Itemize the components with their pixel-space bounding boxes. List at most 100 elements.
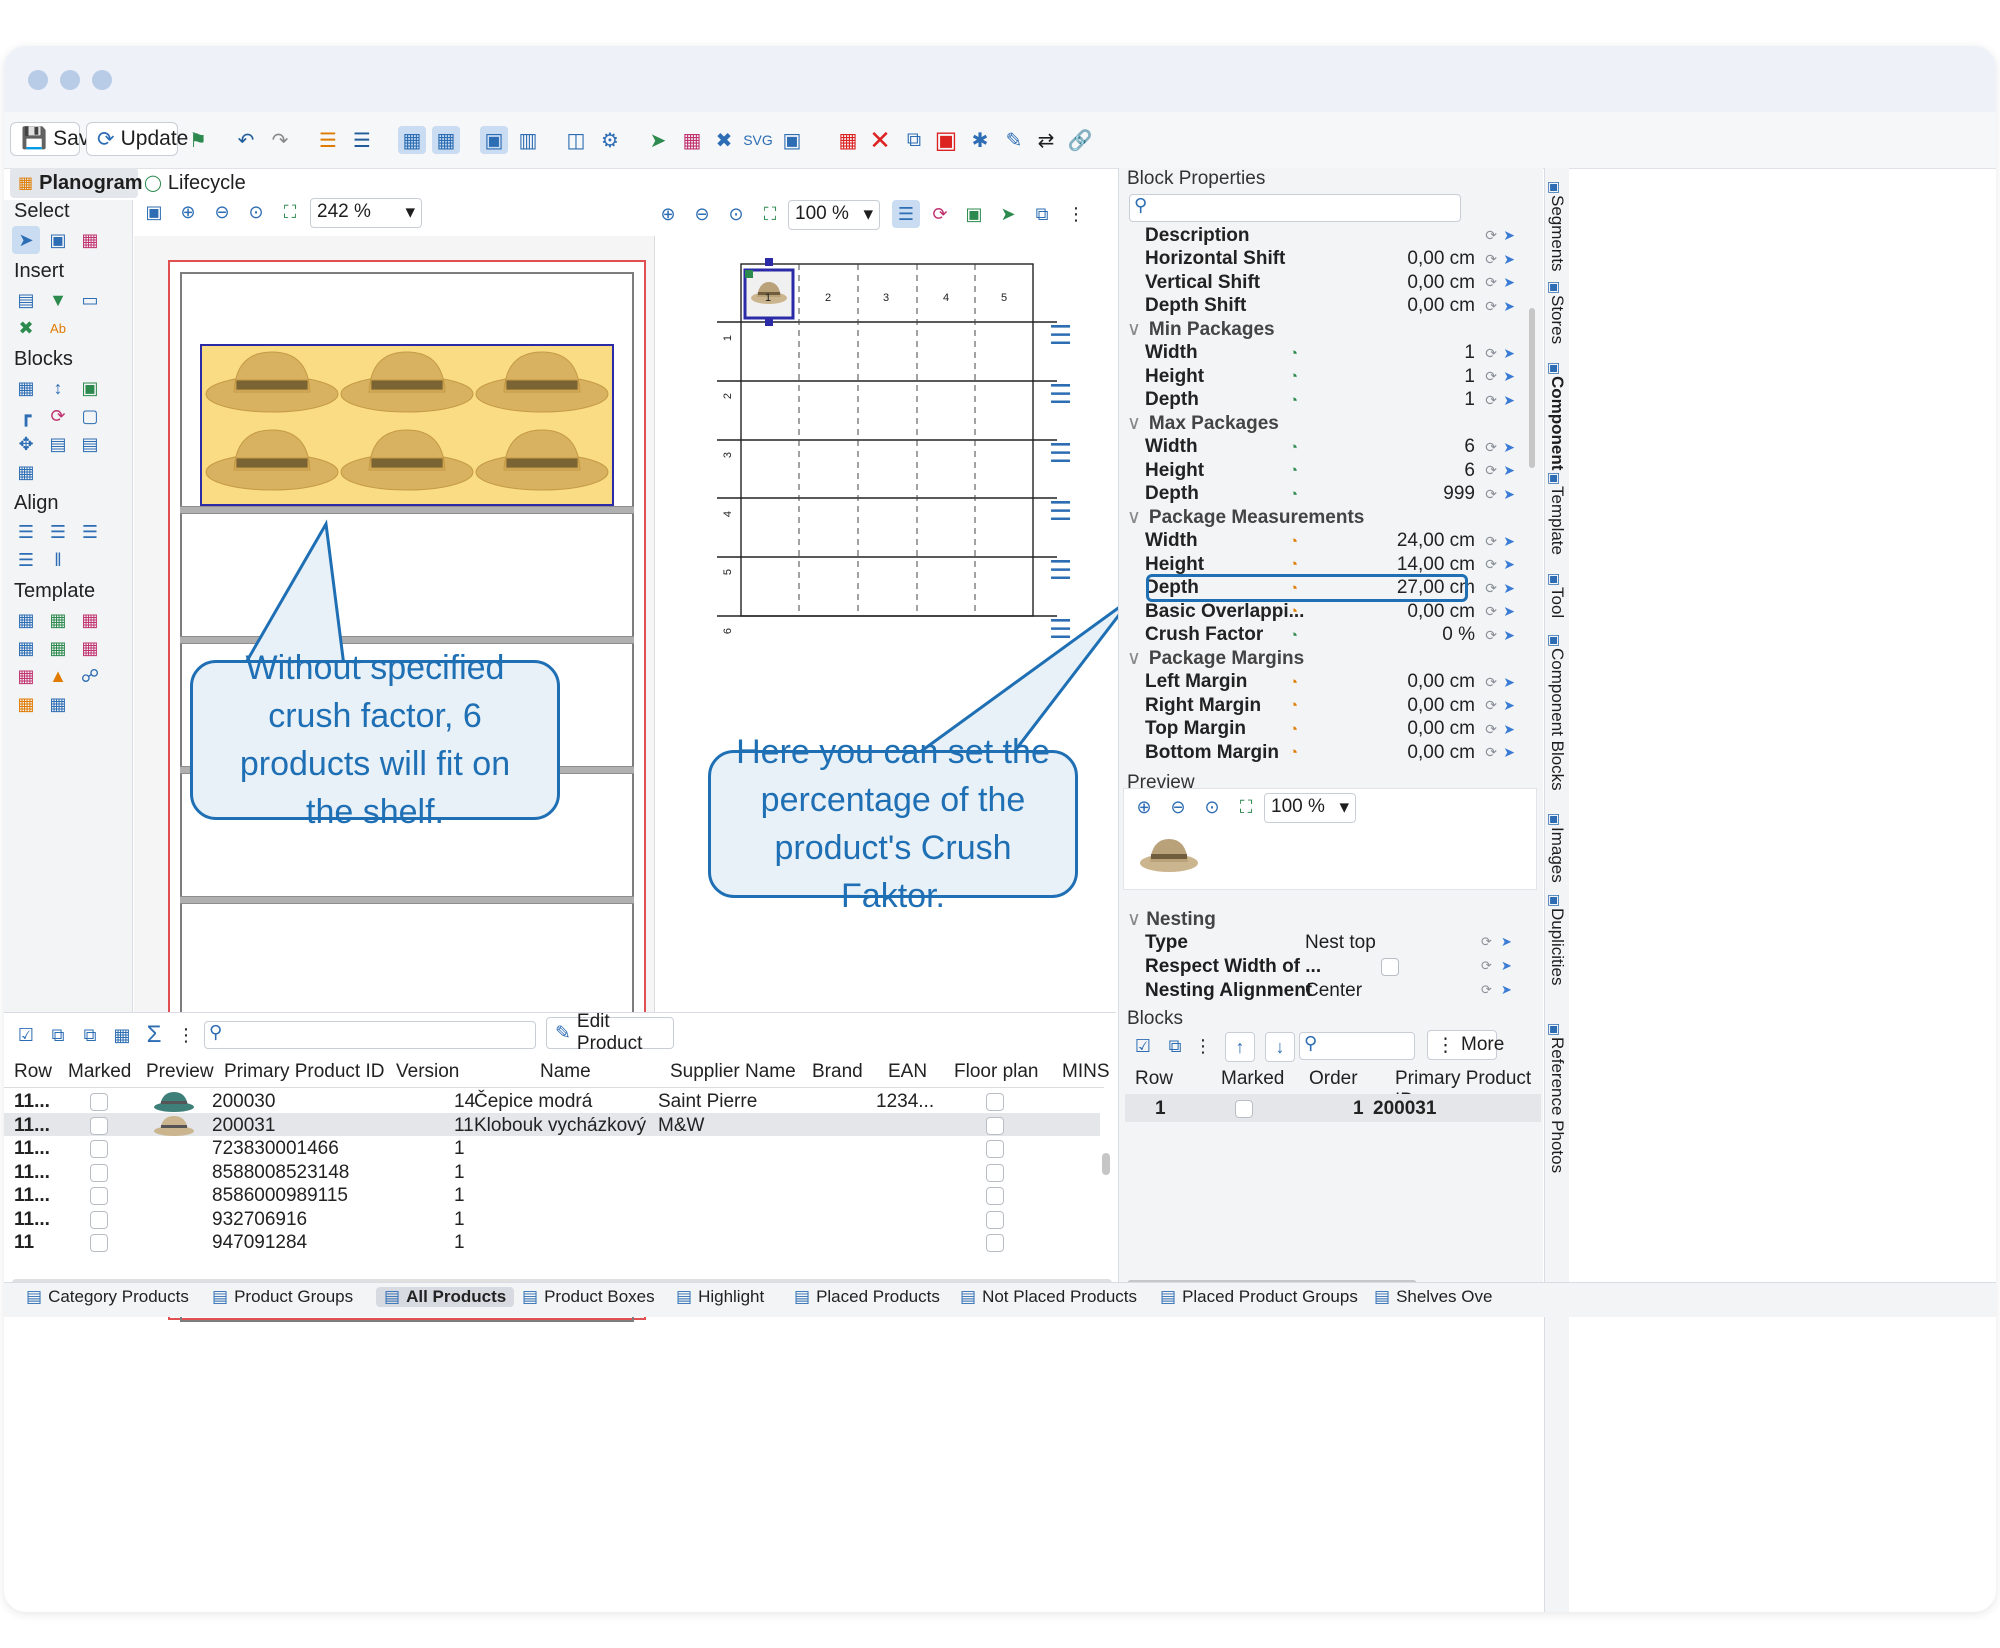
reset-icon[interactable]: ⟳ xyxy=(1485,274,1497,291)
products-search-input[interactable]: ⚲ xyxy=(204,1021,536,1049)
reset-icon[interactable]: ⟳ xyxy=(1481,934,1492,950)
window-close-dot[interactable] xyxy=(28,70,48,90)
chevron-down-icon[interactable]: ∨ xyxy=(1127,412,1141,435)
property-value[interactable]: 0,00 cm xyxy=(1407,248,1475,270)
preview-zoom-select[interactable]: 100 % ▾ xyxy=(1264,793,1356,823)
layer-icon[interactable]: ☰ xyxy=(892,200,920,228)
shelf-view-icon[interactable]: ▣ xyxy=(480,126,508,154)
row-menu-icon[interactable]: ☰ xyxy=(1049,379,1072,410)
zoom-reset-icon[interactable]: ⊙ xyxy=(722,200,750,228)
property-row[interactable]: Height ◔ 1 ⟳ ➤ xyxy=(1127,365,1527,389)
table-row[interactable]: 11... 932706916 1 xyxy=(4,1207,1100,1231)
template-remove-icon[interactable]: ▦ xyxy=(76,606,104,634)
vertical-tab-component[interactable]: ▣ Component xyxy=(1547,359,1567,470)
bottom-tab-placed-products[interactable]: ▤ Placed Products xyxy=(794,1287,940,1307)
pin-icon[interactable]: ➤ xyxy=(1503,580,1515,597)
align-justify-icon[interactable]: ☰ xyxy=(12,546,40,574)
vertical-tab-images[interactable]: ▣ Images xyxy=(1547,810,1567,883)
update-button[interactable]: ⟳ Update xyxy=(86,122,188,156)
zoom-out-icon[interactable]: ⊖ xyxy=(208,198,236,226)
reset-icon[interactable]: ⟳ xyxy=(1485,744,1497,761)
property-value[interactable]: 1 xyxy=(1464,342,1475,364)
copy-icon[interactable]: ⧉ xyxy=(1161,1032,1189,1060)
reset-icon[interactable]: ⟳ xyxy=(1485,486,1497,503)
vertical-tab-template[interactable]: ▣ Template xyxy=(1547,469,1567,555)
property-row[interactable]: Horizontal Shift 0,00 cm ⟳ ➤ xyxy=(1127,248,1527,272)
pin-icon[interactable]: ➤ xyxy=(1501,958,1512,974)
reset-icon[interactable]: ⟳ xyxy=(1485,345,1497,362)
template-connect-icon[interactable]: ☍ xyxy=(76,662,104,690)
zoom-fit-icon[interactable]: ⛶ xyxy=(1232,793,1260,821)
template-triangle-icon[interactable]: ▲ xyxy=(44,662,72,690)
property-row[interactable]: Top Margin ◔ 0,00 cm ⟳ ➤ xyxy=(1127,718,1527,742)
insert-shelf-icon[interactable]: ▭ xyxy=(76,286,104,314)
align-vertical-icon[interactable]: ‖ xyxy=(44,546,72,574)
pin-icon[interactable]: ➤ xyxy=(1503,556,1515,573)
property-row[interactable]: Basic Overlappi... ◔ 0,00 cm ⟳ ➤ xyxy=(1127,600,1527,624)
block-split-icon[interactable]: ▦ xyxy=(12,374,40,402)
property-row[interactable]: Width ◔ 6 ⟳ ➤ xyxy=(1127,436,1527,460)
reset-icon[interactable]: ⟳ xyxy=(1485,674,1497,691)
select-group-icon[interactable]: ▦ xyxy=(76,226,104,254)
cursor-select-icon[interactable]: ➤ xyxy=(644,126,672,154)
marked-checkbox[interactable] xyxy=(90,1163,108,1182)
more-vertical-icon[interactable]: ⋮ xyxy=(172,1021,200,1049)
pin-icon[interactable]: ➤ xyxy=(1503,486,1515,503)
pin-icon[interactable]: ➤ xyxy=(1503,298,1515,315)
insert-divider-icon[interactable]: ✖ xyxy=(12,314,40,342)
marked-checkbox[interactable] xyxy=(90,1116,108,1135)
row-menu-icon[interactable]: ☰ xyxy=(1049,496,1072,527)
template-grid-icon[interactable]: ▦ xyxy=(12,606,40,634)
bottom-tab-product-boxes[interactable]: ▤ Product Boxes xyxy=(522,1287,655,1307)
property-category[interactable]: ∨ Package Margins xyxy=(1127,647,1527,671)
pin-icon[interactable]: ➤ xyxy=(1503,744,1515,761)
pin-icon[interactable]: ➤ xyxy=(1503,627,1515,644)
block-3d-icon[interactable]: ▣ xyxy=(76,374,104,402)
window-zoom-dot[interactable] xyxy=(92,70,112,90)
bottom-tab-placed-product-groups[interactable]: ▤ Placed Product Groups xyxy=(1160,1287,1358,1307)
blocks-search-input[interactable]: ⚲ xyxy=(1299,1032,1415,1060)
floor-plan-checkbox[interactable] xyxy=(986,1093,1004,1111)
reset-icon[interactable]: ⟳ xyxy=(1481,982,1492,998)
property-value[interactable]: 0,00 cm xyxy=(1407,671,1475,693)
window-minimize-dot[interactable] xyxy=(60,70,80,90)
align-center-icon[interactable]: ☰ xyxy=(44,518,72,546)
reset-icon[interactable]: ⟳ xyxy=(1485,392,1497,409)
edit-product-button[interactable]: ✎ Edit Product xyxy=(546,1011,674,1054)
insert-product-icon[interactable]: ▼ xyxy=(44,286,72,314)
save-button[interactable]: 💾 Save xyxy=(10,122,101,156)
vertical-tab-duplicities[interactable]: ▣ Duplicities xyxy=(1547,891,1567,985)
reset-icon[interactable]: ⟳ xyxy=(1485,462,1497,479)
export-xml-icon[interactable]: ✖ xyxy=(710,126,738,154)
bottom-tab-shelves-ove[interactable]: ▤ Shelves Ove xyxy=(1374,1287,1492,1307)
floor-plan-checkbox[interactable] xyxy=(986,1163,1004,1182)
pin-icon[interactable]: ➤ xyxy=(1501,982,1512,998)
pin-icon[interactable]: ➤ xyxy=(1503,721,1515,738)
property-value[interactable]: 0,00 cm xyxy=(1407,601,1475,623)
property-value[interactable]: 999 xyxy=(1443,483,1475,505)
fit-page-icon[interactable]: ▣ xyxy=(140,198,168,226)
bottom-tab-category-products[interactable]: ▤ Category Products xyxy=(26,1287,189,1307)
pin-icon[interactable]: ➤ xyxy=(1503,439,1515,456)
property-row[interactable]: Depth Shift 0,00 cm ⟳ ➤ xyxy=(1127,295,1527,319)
align-right-icon[interactable]: ☰ xyxy=(76,518,104,546)
table-row[interactable]: 11... 200031 11 Klobouk vycházkový M&W xyxy=(4,1112,1100,1136)
property-value[interactable]: 6 xyxy=(1464,436,1475,458)
pin-icon[interactable]: ➤ xyxy=(1503,533,1515,550)
vertical-tab-component-blocks[interactable]: ▣ Component Blocks xyxy=(1547,631,1567,791)
row-menu-icon[interactable]: ☰ xyxy=(1049,438,1072,469)
chevron-down-icon[interactable]: ∨ xyxy=(1127,506,1141,529)
block-group-icon[interactable]: ▦ xyxy=(12,458,40,486)
grid-view-icon[interactable]: ▦ xyxy=(432,126,460,154)
nesting-alignment-value[interactable]: Center xyxy=(1305,980,1362,1002)
property-row[interactable]: Vertical Shift 0,00 cm ⟳ ➤ xyxy=(1127,271,1527,295)
pin-icon[interactable]: ➤ xyxy=(1501,934,1512,950)
chevron-down-icon[interactable]: ∨ xyxy=(1127,647,1141,670)
row-menu-icon[interactable]: ☰ xyxy=(1049,320,1072,351)
fixture-icon[interactable]: ▥ xyxy=(514,126,542,154)
pin-icon[interactable]: ➤ xyxy=(1503,274,1515,291)
template-insert-icon[interactable]: ▦ xyxy=(44,634,72,662)
property-value[interactable]: 0,00 cm xyxy=(1407,695,1475,717)
tab-planogram[interactable]: ▦ Planogram xyxy=(10,168,142,198)
property-row[interactable]: Crush Factor ◔ 0 % ⟳ ➤ xyxy=(1127,624,1527,648)
